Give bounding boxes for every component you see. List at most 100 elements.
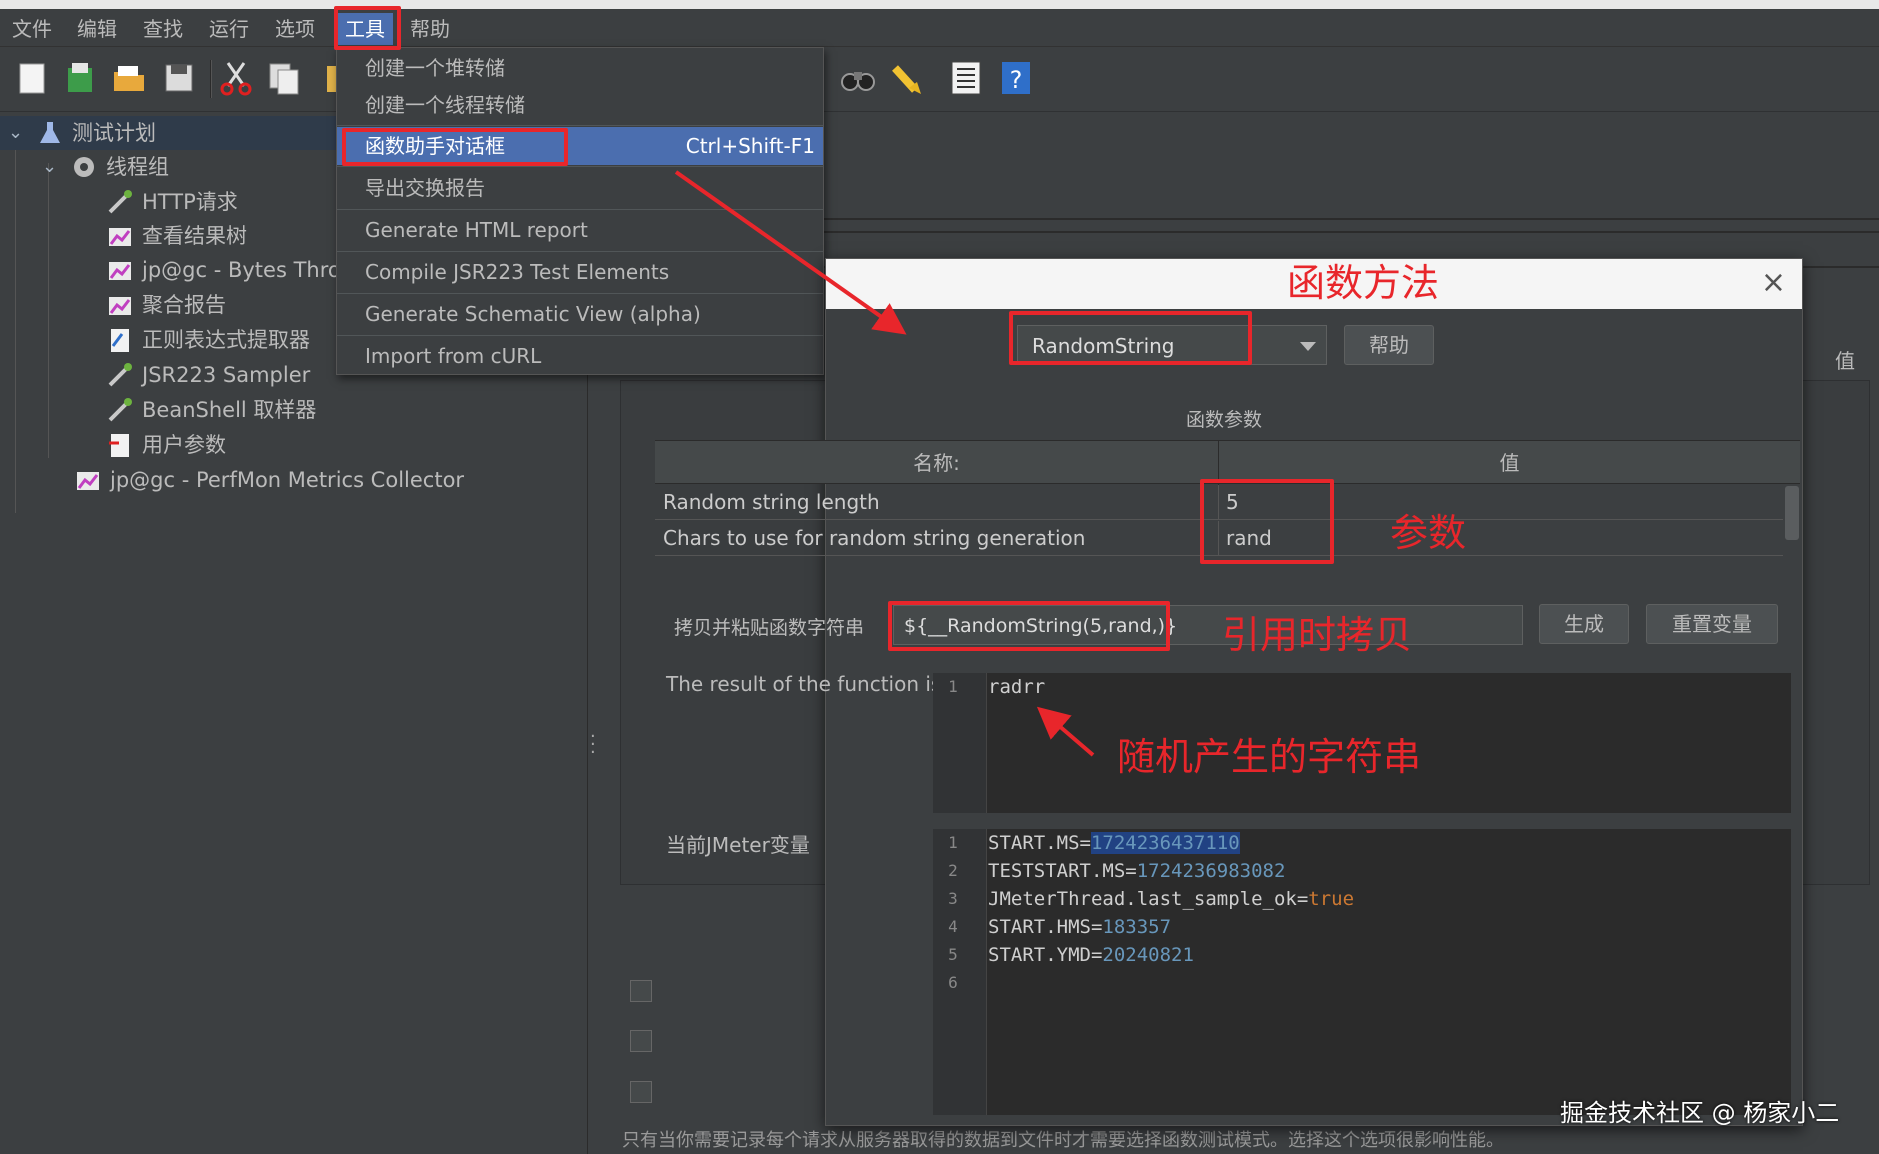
chevron-down-icon[interactable] — [1300, 342, 1316, 351]
line-number: 3 — [948, 889, 958, 908]
var-key: TESTSTART.MS= — [988, 860, 1137, 882]
menu-separator — [337, 251, 823, 252]
menu-edit[interactable]: 编辑 — [69, 13, 125, 45]
tree-item-beanshell-sampler[interactable]: BeanShell 取样器 — [106, 393, 316, 427]
reset-variables-button[interactable]: 重置变量 — [1646, 604, 1778, 644]
chevron-down-icon[interactable]: ⌄ — [8, 116, 28, 150]
tree-item-label: 测试计划 — [72, 121, 156, 145]
line-number: 2 — [948, 861, 958, 880]
menu-item-label: Import from cURL — [365, 344, 542, 368]
splitter-handle[interactable]: · · · — [590, 728, 596, 762]
highlight-function-select — [1009, 311, 1252, 365]
chart-icon — [77, 472, 99, 490]
menu-item-export-report[interactable]: 导出交换报告 — [337, 169, 823, 207]
result-text: radrr — [988, 676, 1046, 698]
tree-item-jsr223-sampler[interactable]: JSR223 Sampler — [106, 358, 310, 392]
tree-item-http-request[interactable]: HTTP请求 — [106, 185, 238, 219]
menu-item-label: 导出交换报告 — [365, 176, 485, 200]
params-scrollbar[interactable] — [1785, 486, 1799, 540]
result-label: The result of the function is — [666, 672, 942, 696]
var-value: 1724236983082 — [1136, 860, 1286, 882]
close-icon[interactable]: × — [1761, 265, 1786, 300]
menu-separator — [337, 166, 823, 167]
new-icon[interactable] — [12, 58, 52, 98]
menu-separator — [337, 335, 823, 336]
cut-icon[interactable] — [216, 58, 256, 98]
help-button[interactable]: 帮助 — [1344, 325, 1434, 365]
tree-item-label: 用户参数 — [142, 433, 226, 457]
chevron-down-icon[interactable]: ⌄ — [42, 150, 62, 184]
function-helper-list-icon[interactable] — [946, 58, 986, 98]
menu-item-thread-dump[interactable]: 创建一个线程转储 — [337, 86, 823, 124]
background-value-header: 值 — [1835, 349, 1855, 373]
menubar: 文件 编辑 查找 运行 选项 工具 帮助 — [0, 9, 1879, 47]
svg-text:?: ? — [1010, 66, 1023, 94]
menu-item-label: 创建一个线程转储 — [365, 93, 525, 117]
tree-guide-line — [15, 133, 16, 513]
menu-item-compile-jsr223[interactable]: Compile JSR223 Test Elements — [337, 253, 823, 291]
menu-run[interactable]: 运行 — [201, 13, 257, 45]
jmeter-variables-label: 当前JMeter变量 — [666, 833, 810, 857]
highlight-function-helper — [342, 128, 568, 166]
paste-icon[interactable] — [314, 58, 345, 98]
highlight-param-values — [1200, 479, 1334, 564]
menu-item-label: Generate Schematic View (alpha) — [365, 302, 701, 326]
tree-item-user-parameters[interactable]: 用户参数 — [106, 428, 226, 462]
generate-button[interactable]: 生成 — [1539, 604, 1629, 644]
menu-item-heap-dump[interactable]: 创建一个堆转储 — [337, 49, 823, 87]
clear-broom-icon[interactable] — [887, 58, 927, 98]
tree-item-label: jp@gc - PerfMon Metrics Collector — [110, 468, 465, 492]
templates-icon[interactable] — [60, 58, 100, 98]
save-icon[interactable] — [159, 58, 199, 98]
tree-item-regex-extractor[interactable]: 正则表达式提取器 — [106, 323, 310, 357]
menu-item-import-curl[interactable]: Import from cURL — [337, 337, 823, 375]
pipette-icon — [108, 398, 132, 422]
background-checkbox[interactable] — [630, 980, 652, 1002]
menu-separator — [337, 293, 823, 294]
panel-divider — [823, 218, 1879, 220]
tree-item-perfmon-collector[interactable]: jp@gc - PerfMon Metrics Collector — [74, 463, 464, 497]
background-checkbox[interactable] — [630, 1030, 652, 1052]
param-name: Random string length — [663, 490, 880, 514]
menu-separator — [337, 209, 823, 210]
tree-item-test-plan[interactable]: ⌄ 测试计划 — [0, 116, 336, 150]
menu-options[interactable]: 选项 — [267, 13, 323, 45]
menu-file[interactable]: 文件 — [4, 13, 60, 45]
tree-item-label: 正则表达式提取器 — [142, 328, 310, 352]
tree-item-label: jp@gc - Bytes Throu — [142, 258, 355, 282]
panel-divider — [823, 231, 1879, 233]
background-checkbox[interactable] — [630, 1081, 652, 1103]
copy-icon[interactable] — [264, 58, 304, 98]
column-header-name: 名称: — [913, 451, 960, 475]
search-binoculars-icon[interactable] — [838, 58, 878, 98]
tree-item-label: 线程组 — [106, 155, 169, 179]
menu-item-label: 创建一个堆转储 — [365, 56, 505, 80]
menu-item-label: Generate HTML report — [365, 218, 588, 242]
toolbar: ? — [0, 48, 1879, 112]
tree-item-label: 聚合报告 — [142, 293, 226, 317]
menu-search[interactable]: 查找 — [135, 13, 191, 45]
line-number: 4 — [948, 917, 958, 936]
tree-item-bytes-throughput[interactable]: jp@gc - Bytes Throu — [106, 253, 354, 287]
menu-item-generate-html-report[interactable]: Generate HTML report — [337, 211, 823, 249]
variables-editor[interactable]: 1 START.MS=1724236437110 2 TESTSTART.MS=17… — [933, 829, 1791, 1115]
tree-item-view-results-tree[interactable]: 查看结果树 — [106, 219, 247, 253]
gear-icon — [74, 157, 94, 177]
function-params-label: 函数参数 — [1186, 409, 1263, 431]
pipette-icon — [108, 190, 132, 214]
var-value: 1724236437110 — [1090, 832, 1240, 854]
open-icon[interactable] — [109, 58, 149, 98]
var-value: 183357 — [1102, 916, 1172, 938]
menu-help[interactable]: 帮助 — [402, 13, 458, 45]
line-number: 6 — [948, 973, 958, 992]
tree-item-thread-group[interactable]: ⌄ 线程组 — [42, 150, 169, 184]
help-icon[interactable]: ? — [996, 58, 1036, 98]
tools-menu-dropdown: 创建一个堆转储 创建一个线程转储 函数助手对话框 Ctrl+Shift-F1 导… — [336, 47, 824, 375]
menu-item-schematic-view[interactable]: Generate Schematic View (alpha) — [337, 295, 823, 333]
tree-item-label: BeanShell 取样器 — [142, 398, 317, 422]
var-key: JMeterThread.last_sample_ok= — [988, 888, 1309, 910]
tree-item-aggregate-report[interactable]: 聚合报告 — [106, 288, 226, 322]
document-icon — [111, 329, 129, 352]
tree-item-label: JSR223 Sampler — [142, 363, 311, 387]
var-value: 20240821 — [1102, 944, 1194, 966]
